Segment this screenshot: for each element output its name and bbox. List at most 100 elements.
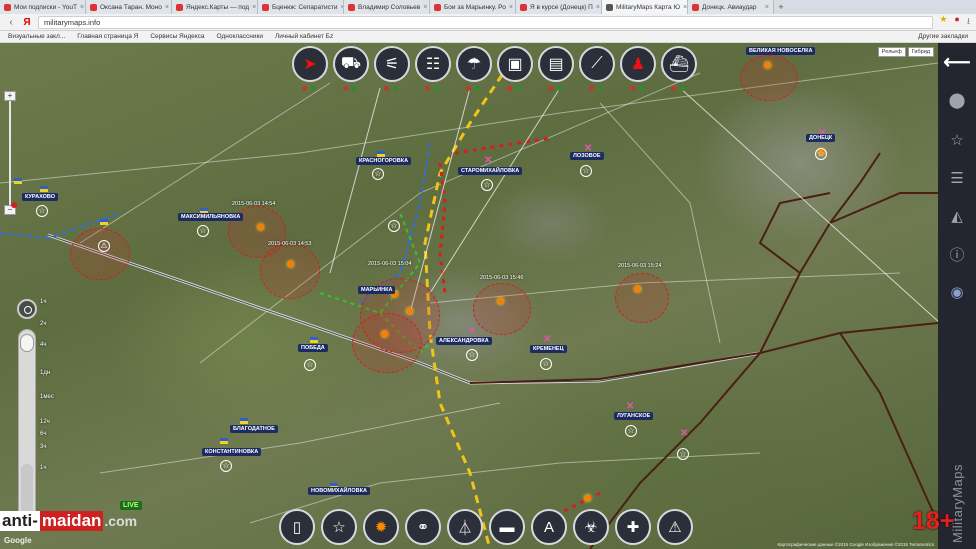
- browser-tab[interactable]: Бценюк: Сепаратисти×: [258, 0, 344, 14]
- url-input[interactable]: militarymaps.info: [38, 15, 934, 29]
- place-label[interactable]: ПОБЕДА: [298, 344, 328, 352]
- conflict-zone[interactable]: [473, 283, 531, 335]
- ukraine-flag-icon[interactable]: [40, 186, 48, 192]
- event-fire-icon[interactable]: ✹: [363, 509, 399, 545]
- bookmark-item[interactable]: Личный кабинет Бz: [275, 33, 333, 40]
- town-star-icon[interactable]: ☆: [220, 460, 232, 472]
- browser-tab[interactable]: Донецк. Авиаудар ×: [688, 0, 774, 14]
- place-label[interactable]: АЛЕКСАНДРОВКА: [436, 337, 492, 345]
- place-label[interactable]: НОВОМИХАЙЛОВКА: [308, 487, 370, 495]
- zoom-track[interactable]: [9, 99, 11, 205]
- green-side-toggle[interactable]: [393, 86, 398, 91]
- town-star-icon[interactable]: ☆: [466, 349, 478, 361]
- unit-filter-button[interactable]: ♟: [620, 46, 656, 91]
- event-route-icon[interactable]: ⚭: [405, 509, 441, 545]
- layer-hybrid-button[interactable]: Гибрид: [907, 47, 934, 57]
- explosion-icon[interactable]: ✹: [286, 258, 295, 271]
- tab-close-icon[interactable]: ×: [165, 4, 169, 11]
- info-icon[interactable]: ⓘ: [947, 244, 967, 264]
- event-warning-icon[interactable]: ⚠: [657, 509, 693, 545]
- green-side-toggle[interactable]: [311, 86, 316, 91]
- explosion-icon[interactable]: ✹: [633, 283, 642, 296]
- red-side-toggle[interactable]: [425, 86, 430, 91]
- green-side-toggle[interactable]: [434, 86, 439, 91]
- tab-close-icon[interactable]: ×: [252, 4, 256, 11]
- tab-close-icon[interactable]: ×: [80, 4, 84, 11]
- download-icon[interactable]: ⭳: [967, 14, 970, 30]
- green-side-toggle[interactable]: [680, 86, 685, 91]
- red-side-toggle[interactable]: [589, 86, 594, 91]
- browser-tab[interactable]: Оксана Таран. Моно ×: [86, 0, 172, 14]
- unit-filter-button[interactable]: ⚟: [374, 46, 410, 91]
- red-side-toggle[interactable]: [671, 86, 676, 91]
- unit-filter-button[interactable]: ☂: [456, 46, 492, 91]
- other-bookmarks[interactable]: Другие закладки: [918, 33, 968, 40]
- zoom-in-button[interactable]: +: [4, 91, 16, 101]
- layer-relief-button[interactable]: Рельеф: [877, 47, 906, 57]
- bookmark-item[interactable]: Одноклассники: [217, 33, 263, 40]
- time-slider-knob[interactable]: [20, 334, 34, 352]
- place-label[interactable]: ЛУГАНСКОЕ: [614, 412, 654, 420]
- town-star-icon[interactable]: ☆: [481, 179, 493, 191]
- town-star-icon[interactable]: ⚠: [98, 240, 110, 252]
- event-network-icon[interactable]: ⏃: [447, 509, 483, 545]
- dnr-marker-icon[interactable]: ✕: [484, 155, 492, 166]
- bookmark-item[interactable]: Визуальные закл...: [8, 33, 65, 40]
- dnr-marker-icon[interactable]: ✕: [468, 326, 476, 337]
- favorites-star-icon[interactable]: ☆: [947, 130, 967, 150]
- unit-filter-button[interactable]: ☷: [415, 46, 451, 91]
- bookmark-item[interactable]: Главная страница Я: [77, 33, 138, 40]
- place-label[interactable]: КРЕМЕНЕЦ: [530, 345, 567, 353]
- ukraine-flag-icon[interactable]: [240, 418, 248, 424]
- bookmark-star-icon[interactable]: ★: [939, 14, 947, 30]
- conflict-zone[interactable]: [352, 313, 422, 373]
- event-biohazard-icon[interactable]: ☣: [573, 509, 609, 545]
- green-side-toggle[interactable]: [639, 86, 644, 91]
- town-star-icon[interactable]: ☆: [815, 148, 827, 160]
- browser-tab[interactable]: Владимир Соловьев ×: [344, 0, 430, 14]
- tab-close-icon[interactable]: ×: [683, 4, 687, 11]
- unit-filter-button[interactable]: ⟋: [579, 46, 615, 91]
- town-star-icon[interactable]: ☆: [36, 205, 48, 217]
- place-label[interactable]: МАКСИМИЛЬЯНОВКА: [178, 213, 244, 221]
- new-tab-button[interactable]: +: [774, 0, 788, 14]
- explosion-icon[interactable]: ✹: [763, 59, 772, 72]
- red-side-toggle[interactable]: [343, 86, 348, 91]
- town-star-icon[interactable]: ☆: [625, 425, 637, 437]
- red-side-toggle[interactable]: [630, 86, 635, 91]
- browser-tab[interactable]: Яндекс.Карты — под ×: [172, 0, 258, 14]
- conflict-zone[interactable]: [70, 228, 130, 280]
- dnr-marker-icon[interactable]: ✕: [543, 334, 551, 345]
- explosion-icon[interactable]: ✹: [256, 221, 265, 234]
- live-badge[interactable]: LIVE: [120, 501, 142, 510]
- flag-circle-icon[interactable]: ◉: [947, 282, 967, 302]
- event-star-icon[interactable]: ☆: [321, 509, 357, 545]
- place-label[interactable]: КУРАХОВО: [22, 193, 58, 201]
- locate-me-button[interactable]: [17, 299, 37, 319]
- place-label[interactable]: БЛАГОДАТНОЕ: [230, 425, 278, 433]
- browser-tab[interactable]: Мои подписки - YouT ×: [0, 0, 86, 14]
- event-document-icon[interactable]: ▯: [279, 509, 315, 545]
- tab-close-icon[interactable]: ×: [765, 4, 769, 11]
- map-pin-icon[interactable]: ⬤: [947, 90, 967, 110]
- time-range-slider[interactable]: [18, 329, 36, 529]
- explosion-icon[interactable]: ✹: [496, 295, 505, 308]
- place-label[interactable]: ВЕЛИКАЯ НОВОСЕЛКА: [746, 47, 816, 55]
- explosion-icon[interactable]: ✹: [583, 492, 592, 505]
- location-pin-icon[interactable]: ●: [10, 196, 18, 212]
- conflict-zone[interactable]: [615, 273, 669, 323]
- town-star-icon[interactable]: ☆: [372, 168, 384, 180]
- unit-filter-button[interactable]: ▣: [497, 46, 533, 91]
- military-map[interactable]: ✹ ✹ ✹ ✹ ✹ ✹ ✹ ✹ ✹ ✹ ✕ ✕ ✕ ✕ ✕ ✕ ✕ КУРАХО…: [0, 43, 938, 549]
- conflict-zone[interactable]: [260, 243, 320, 299]
- menu-list-icon[interactable]: ☰: [947, 168, 967, 188]
- red-side-toggle[interactable]: [548, 86, 553, 91]
- browser-tab-active[interactable]: MilitaryMaps Карта Ю ×: [602, 0, 688, 14]
- event-barrier-icon[interactable]: ▬: [489, 509, 525, 545]
- tab-close-icon[interactable]: ×: [596, 4, 600, 11]
- bookmark-item[interactable]: Сервисы Яндекса: [150, 33, 204, 40]
- red-side-toggle[interactable]: [466, 86, 471, 91]
- unit-filter-button[interactable]: ⛴: [661, 46, 697, 91]
- place-label[interactable]: КОНСТАНТИНОВКА: [202, 448, 262, 456]
- green-side-toggle[interactable]: [557, 86, 562, 91]
